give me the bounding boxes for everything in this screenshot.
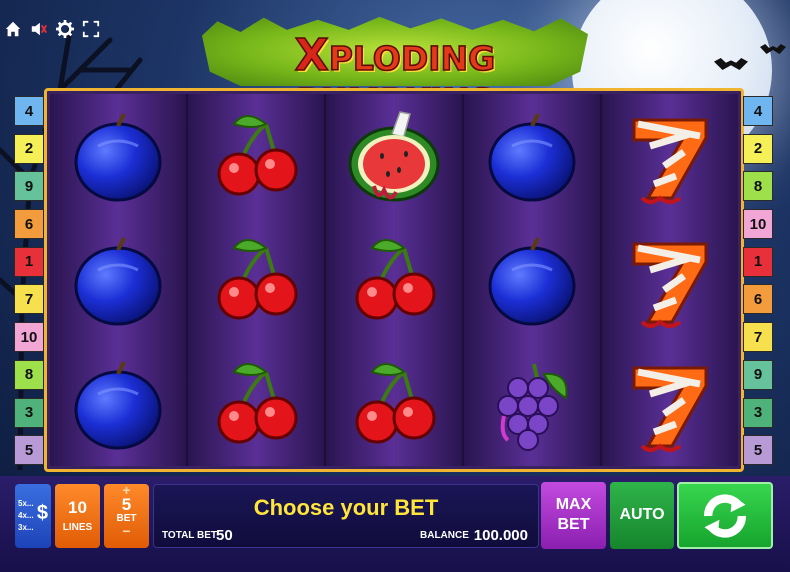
payline-marker[interactable]: 2 [14,133,44,164]
paytable-mult: 3x... [18,523,34,532]
plum-symbol-icon [464,94,600,218]
seven-icon [632,366,708,452]
plum-symbol-icon [50,342,186,466]
plum-icon [74,113,162,202]
payline-marker[interactable]: 5 [14,435,44,466]
total-bet-value: 50 [216,527,233,544]
reel-5 [602,94,738,466]
logo-x: X [294,29,330,82]
payline-marker[interactable]: 4 [743,96,773,126]
bet-control: + 5 BET − [104,483,149,548]
watermelon-symbol-icon [326,94,462,218]
seven-symbol-icon [602,94,738,218]
payline-marker[interactable]: 10 [14,322,44,353]
payline-marker[interactable]: 2 [743,133,773,164]
info-panel: Choose your BET TOTAL BET 50 BALANCE 100… [153,484,539,548]
auto-label: AUTO [619,506,665,523]
grapes-icon [497,363,568,451]
max-bet-line1: MAX [555,496,592,513]
payline-marker[interactable]: 7 [743,322,773,353]
dollar-icon: $ [36,502,48,524]
spin-arrows-icon [704,494,746,538]
toolbar [4,20,100,38]
plum-icon [74,361,162,450]
payline-marker[interactable]: 4 [14,96,44,126]
balance-label: BALANCE [420,530,469,541]
plum-symbol-icon [50,94,186,218]
cherries-symbol-icon [188,94,324,218]
cherries-symbol-icon [188,218,324,342]
sound-muted-icon[interactable] [30,20,48,38]
plum-icon [74,237,162,326]
cherries-icon [217,363,298,444]
cherries-icon [217,239,298,320]
max-bet-button[interactable]: MAX BET [541,482,606,549]
cherries-icon [355,363,436,444]
cherries-symbol-icon [326,218,462,342]
plum-symbol-icon [464,218,600,342]
payline-marker[interactable]: 7 [14,284,44,315]
plum-icon [488,113,576,202]
reel-2 [188,94,326,466]
cherries-symbol-icon [188,342,324,466]
spin-button[interactable] [677,482,773,549]
reel-4 [464,94,602,466]
reel-area [50,94,738,466]
payline-marker[interactable]: 8 [14,359,44,390]
seven-symbol-icon [602,218,738,342]
paytable-mult: 5x... [18,499,34,508]
payline-markers-left: 4 2 9 6 1 7 10 8 3 5 [14,96,46,473]
payline-marker[interactable]: 8 [743,171,773,202]
reel-3 [326,94,464,466]
payline-markers-right: 4 2 8 10 1 6 7 9 3 5 [743,96,775,473]
plum-icon [488,237,576,326]
payline-marker[interactable]: 1 [14,246,44,277]
lines-value: 10 [68,498,87,517]
total-bet-label: TOTAL BET [162,530,217,541]
seven-icon [632,242,708,328]
watermelon-icon [348,111,440,202]
status-message: Choose your BET [253,495,439,520]
payline-marker[interactable]: 5 [743,435,773,466]
payline-marker[interactable]: 3 [743,397,773,428]
bet-value: 5 [121,495,132,514]
cherries-icon [355,239,436,320]
grapes-symbol-icon [464,342,600,466]
max-bet-line2: BET [557,516,590,533]
payline-marker[interactable]: 6 [14,209,44,240]
seven-symbol-icon [602,342,738,466]
paytable-mult: 4x... [18,511,34,520]
lines-button[interactable]: 10 LINES [55,484,100,548]
bet-minus-button[interactable]: − [104,524,149,538]
payline-marker[interactable]: 6 [743,284,773,315]
lines-label: LINES [62,522,93,533]
reel-1 [50,94,188,466]
payline-marker[interactable]: 10 [743,209,773,240]
seven-icon [632,118,708,204]
gear-icon[interactable] [56,20,74,38]
payline-marker[interactable]: 3 [14,397,44,428]
balance-value: 100.000 [473,527,528,544]
plum-symbol-icon [50,218,186,342]
home-icon[interactable] [4,20,22,38]
cherries-icon [217,115,298,196]
fullscreen-icon[interactable] [82,20,100,38]
paytable-button[interactable]: 5x... 4x... 3x... $ [15,484,51,548]
auto-spin-button[interactable]: AUTO [610,482,674,549]
cherries-symbol-icon [326,342,462,466]
game-logo: XPLODING PUMPKINS [202,14,588,121]
payline-marker[interactable]: 9 [14,171,44,202]
payline-marker[interactable]: 9 [743,359,773,390]
payline-marker[interactable]: 1 [743,246,773,277]
